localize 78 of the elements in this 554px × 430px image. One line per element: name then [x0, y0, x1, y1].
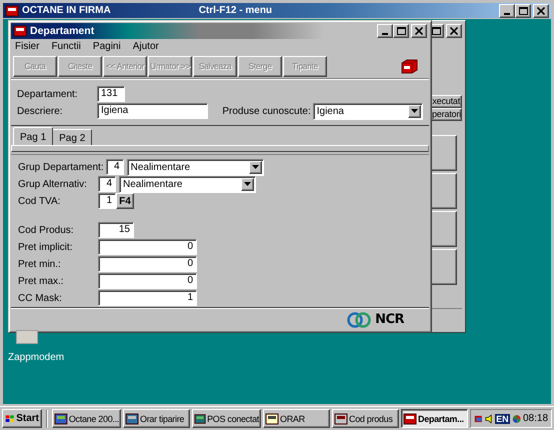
field-label: Pret max.:	[18, 276, 65, 286]
field-label: Grup Alternativ:	[18, 178, 88, 190]
app-icon	[265, 412, 279, 426]
app-icon	[194, 412, 206, 426]
close-button[interactable]	[446, 24, 462, 38]
maximize-icon	[518, 6, 528, 14]
key-button[interactable]: F4	[116, 193, 134, 209]
rings-logo-icon	[347, 310, 372, 328]
minimize-button[interactable]	[499, 4, 515, 18]
field-label: Pret min.:	[18, 258, 62, 270]
input-field[interactable]: 131	[97, 86, 125, 102]
field-label: Cod TVA:	[18, 196, 62, 206]
app-icon	[5, 4, 19, 18]
field-label: CC Mask:	[18, 292, 63, 304]
minimize-icon	[504, 12, 510, 14]
shortcut-hint: Ctrl-F12 - menu	[198, 5, 272, 16]
code-field[interactable]: 4	[106, 159, 124, 175]
close-icon	[450, 27, 458, 35]
input-field[interactable]: 0	[98, 256, 197, 272]
input-field[interactable]: 1	[98, 290, 197, 306]
taskbar-button[interactable]: ORAR	[263, 409, 330, 428]
window-title: OCTANE IN FIRMA	[22, 5, 111, 16]
field-label: Pret implicit:	[18, 242, 74, 252]
speaker-icon[interactable]	[485, 412, 494, 424]
clock: 08:18	[522, 413, 548, 424]
app-icon	[13, 24, 27, 38]
combo-box[interactable]: Nealimentare	[126, 158, 264, 176]
menu-item[interactable]: Ajutor	[132, 41, 159, 54]
taskbar-button[interactable]: Departam...	[401, 409, 468, 428]
minimize-button[interactable]	[377, 24, 393, 38]
field-label: Produse cunoscute:	[222, 106, 311, 116]
start-button[interactable]: Start	[2, 409, 42, 428]
input-field[interactable]: Igiena	[97, 103, 208, 119]
side-button[interactable]: xecutat	[431, 95, 462, 108]
window-title: Departament	[30, 25, 94, 37]
tab[interactable]: Pag 1	[13, 127, 54, 145]
code-field[interactable]: 1	[98, 193, 116, 209]
dropdown-arrow-icon	[252, 165, 259, 169]
taskbar-button[interactable]: POS conectat	[192, 409, 261, 428]
field-label: Grup Departament:	[18, 162, 105, 172]
app-icon	[125, 412, 139, 426]
close-icon	[415, 27, 423, 35]
field-label: Cod Produs:	[18, 224, 75, 236]
maximize-icon	[396, 27, 406, 35]
icon-label[interactable]: Zappmodem	[8, 352, 64, 363]
app-icon	[334, 412, 348, 426]
taskbar-button[interactable]: Orar tiparire	[123, 409, 190, 428]
language-indicator[interactable]: EN	[495, 414, 510, 424]
app-icon	[403, 412, 417, 426]
input-field[interactable]: 0	[98, 239, 197, 255]
input-field[interactable]: 15	[98, 222, 134, 238]
close-button[interactable]	[411, 24, 427, 38]
side-button[interactable]: peratori	[431, 108, 462, 121]
combo-box[interactable]: Igiena	[312, 102, 423, 120]
dropdown-arrow-icon	[244, 182, 251, 186]
minimize-icon	[382, 33, 388, 35]
maximize-button[interactable]	[515, 4, 531, 18]
menu-item[interactable]: Functii	[51, 41, 81, 54]
taskbar-button[interactable]: Octane 200...	[52, 409, 121, 428]
brand-logo: NCR	[375, 312, 404, 328]
code-field[interactable]: 4	[98, 176, 116, 192]
taskbar-button[interactable]: Cod produs	[332, 409, 399, 428]
close-button[interactable]	[533, 4, 549, 18]
field-label: Descriere:	[17, 106, 64, 116]
menu-item[interactable]: Pagini	[92, 41, 121, 54]
maximize-icon	[432, 27, 440, 35]
field-label: Departament:	[17, 88, 79, 100]
menu-item[interactable]: Fisier	[15, 41, 40, 54]
app-icon	[54, 412, 68, 426]
combo-box[interactable]: Nealimentare	[119, 176, 256, 192]
dropdown-arrow-icon	[411, 109, 418, 113]
maximize-button[interactable]	[393, 24, 409, 38]
input-field[interactable]: 0	[98, 273, 197, 289]
cube-icon[interactable]	[399, 57, 419, 75]
globe-icon[interactable]	[512, 412, 521, 424]
flag-icon	[5, 412, 16, 424]
tab[interactable]: Pag 2	[52, 129, 92, 145]
close-icon	[537, 6, 545, 14]
